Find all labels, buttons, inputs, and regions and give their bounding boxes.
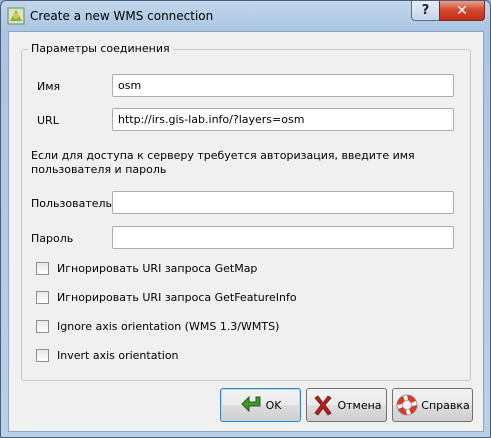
checkbox-box[interactable] [36, 349, 49, 362]
name-field[interactable]: osm [112, 74, 454, 97]
checkbox-box[interactable] [36, 291, 49, 304]
group-title: Параметры соединения [28, 42, 173, 55]
connection-params-group: Параметры соединения Имя osm URL http://… [21, 42, 471, 381]
checkbox-label: Ignore axis orientation (WMS 1.3/WMTS) [57, 320, 280, 333]
close-icon: ✕ [456, 2, 468, 19]
name-label: Имя [37, 80, 61, 93]
password-field[interactable] [112, 226, 454, 249]
ok-label: OK [265, 398, 282, 412]
ok-button[interactable]: OK [220, 388, 301, 422]
dialog-client-area: Параметры соединения Имя osm URL http://… [8, 31, 484, 432]
checkbox-label: Игнорировать URI запроса GetMap [57, 262, 258, 275]
cancel-label: Отмена [337, 398, 382, 412]
checkbox-box[interactable] [36, 320, 49, 333]
invert-axis-orientation-checkbox[interactable]: Invert axis orientation [36, 349, 179, 362]
url-field[interactable]: http://irs.gis-lab.info/?layers=osm [112, 108, 454, 131]
help-button[interactable]: Справка [392, 388, 473, 422]
ignore-axis-orientation-checkbox[interactable]: Ignore axis orientation (WMS 1.3/WMTS) [36, 320, 279, 333]
checkbox-label: Игнорировать URI запроса GetFeatureInfo [57, 291, 297, 304]
ignore-getfeatureinfo-checkbox[interactable]: Игнорировать URI запроса GetFeatureInfo [36, 291, 297, 304]
title-help-button[interactable]: ? [411, 1, 440, 21]
dialog-window: Create a new WMS connection ? ✕ Параметр… [0, 0, 491, 438]
window-title: Create a new WMS connection [30, 9, 214, 23]
help-glyph: ? [421, 3, 430, 18]
checkbox-label: Invert axis orientation [57, 349, 179, 362]
title-bar[interactable]: Create a new WMS connection ? ✕ [1, 1, 490, 31]
user-label: Пользователь [31, 197, 113, 210]
qgis-wms-icon [7, 7, 25, 25]
cancel-button[interactable]: Отмена [306, 388, 387, 422]
url-label: URL [37, 114, 59, 127]
password-label: Пароль [31, 232, 74, 245]
red-x-icon [314, 395, 333, 416]
help-label: Справка [421, 398, 470, 412]
green-arrow-icon [240, 395, 261, 413]
title-close-button[interactable]: ✕ [439, 1, 485, 21]
auth-note: Если для доступа к серверу требуется авт… [31, 149, 415, 176]
ignore-getmap-checkbox[interactable]: Игнорировать URI запроса GetMap [36, 262, 257, 275]
user-field[interactable] [112, 191, 454, 214]
checkbox-box[interactable] [36, 262, 49, 275]
lifebuoy-icon [396, 394, 418, 416]
